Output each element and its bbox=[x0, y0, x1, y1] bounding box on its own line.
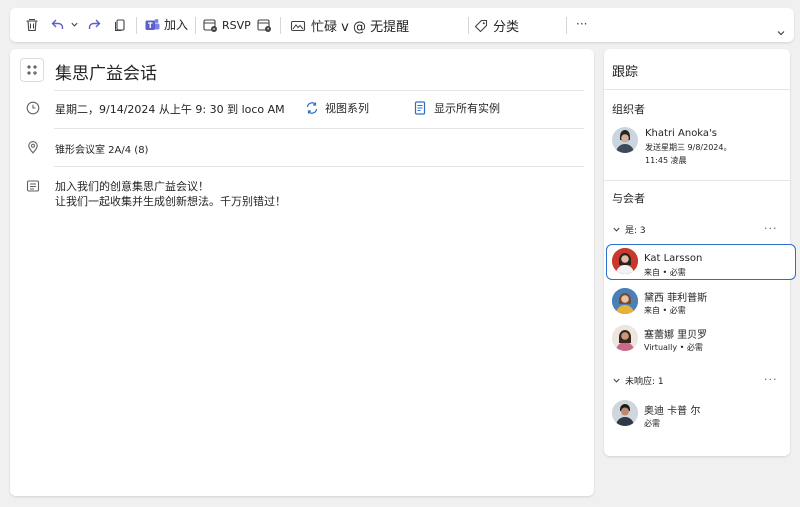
view-series-link[interactable]: 视图系列 bbox=[305, 100, 369, 116]
avatar bbox=[612, 248, 638, 274]
calendar-clock-icon bbox=[257, 19, 271, 32]
location-pin-icon bbox=[25, 139, 41, 155]
chevron-down-icon bbox=[613, 378, 620, 383]
attendee-name: 奥迪 卡普 尔 bbox=[644, 406, 701, 417]
delete-button[interactable] bbox=[24, 17, 40, 33]
attendee-detail: 来自 • 必需 bbox=[644, 306, 686, 315]
document-icon bbox=[414, 101, 426, 115]
organizer-name: Khatri Anoka's bbox=[645, 128, 718, 139]
busy-status-icon bbox=[290, 20, 306, 31]
avatar bbox=[612, 127, 638, 153]
tracking-heading: 跟踪 bbox=[612, 65, 639, 80]
toolbar-divider bbox=[566, 17, 567, 34]
event-datetime: 星期二，9/14/2024 从上午 9: 30 到 loco AM bbox=[55, 103, 285, 116]
avatar bbox=[612, 400, 638, 426]
group-noresp-more-button[interactable]: ··· bbox=[764, 373, 778, 386]
organizer-time: 11:45 凌晨 bbox=[645, 156, 687, 165]
tracking-panel: 跟踪 组织者 Khatri Anoka's 发送星期三 9/8/2024。 11… bbox=[604, 49, 796, 456]
event-detail-panel: 集思广益会话 星期二，9/14/2024 从上午 9: 30 到 loco AM… bbox=[10, 49, 594, 496]
attendee-detail: 必需 bbox=[644, 419, 660, 428]
show-all-label: 显示所有实例 bbox=[434, 102, 500, 115]
reply-arrow-icon bbox=[51, 19, 64, 29]
attendee-detail: Virtually • 必需 bbox=[644, 343, 703, 352]
event-body-line2: 让我们一起收集并生成创新想法。千万别错过！ bbox=[55, 195, 286, 208]
event-title: 集思广益会话 bbox=[55, 64, 157, 84]
group-icon bbox=[27, 65, 37, 75]
rsvp-button[interactable]: RSVP bbox=[202, 17, 251, 33]
divider bbox=[54, 166, 584, 167]
calendar-reply-icon bbox=[203, 19, 217, 32]
chevron-down-icon bbox=[71, 22, 78, 27]
event-location: 锥形会议室 2A/4 (8) bbox=[55, 145, 149, 156]
reply-button[interactable] bbox=[50, 17, 66, 33]
divider bbox=[604, 89, 790, 90]
teams-icon bbox=[145, 19, 160, 30]
divider bbox=[54, 90, 584, 91]
group-yes-toggle[interactable]: 是: 3 bbox=[612, 223, 646, 236]
expand-ribbon-button[interactable] bbox=[776, 28, 786, 38]
tag-icon bbox=[474, 19, 488, 32]
categorize-button[interactable]: 分类 bbox=[473, 16, 519, 35]
forward-arrow-icon bbox=[88, 19, 101, 29]
toolbar-divider bbox=[280, 17, 281, 34]
calendar-options-button[interactable] bbox=[256, 17, 272, 33]
group-noresp-label: 未响应: 1 bbox=[625, 377, 664, 387]
group-yes-label: 是: 3 bbox=[625, 226, 646, 236]
rsvp-label: RSVP bbox=[222, 18, 251, 32]
chevron-down-icon bbox=[777, 31, 785, 36]
organizer-label: 组织者 bbox=[612, 103, 645, 116]
forward-button[interactable] bbox=[86, 17, 102, 33]
trash-icon bbox=[26, 18, 38, 32]
toolbar-divider bbox=[136, 17, 137, 34]
attendee-name: 黛西 菲利普斯 bbox=[644, 293, 708, 304]
join-label: 加入 bbox=[164, 18, 189, 32]
more-label: ··· bbox=[576, 17, 588, 31]
group-yes-more-button[interactable]: ··· bbox=[764, 222, 778, 235]
event-body-line1: 加入我们的创意集思广益会议！ bbox=[55, 180, 209, 193]
more-options-button[interactable]: ··· bbox=[576, 17, 587, 31]
chevron-down-icon bbox=[613, 227, 620, 232]
show-all-instances-link[interactable]: 显示所有实例 bbox=[414, 100, 500, 116]
divider bbox=[604, 180, 790, 181]
divider bbox=[54, 128, 584, 129]
attendees-label: 与会者 bbox=[612, 192, 645, 205]
organizer-sent: 发送星期三 9/8/2024。 bbox=[645, 143, 732, 152]
category-label: 分类 bbox=[493, 20, 520, 35]
event-type-button[interactable] bbox=[20, 58, 44, 82]
recurrence-icon bbox=[306, 102, 318, 114]
group-noresp-toggle[interactable]: 未响应: 1 bbox=[612, 374, 664, 387]
notes-icon bbox=[25, 178, 41, 194]
join-teams-button[interactable]: 加入 bbox=[144, 16, 188, 33]
attendee-detail: 来自 • 必需 bbox=[644, 268, 686, 277]
toolbar-divider bbox=[195, 17, 196, 34]
view-series-label: 视图系列 bbox=[325, 102, 369, 115]
clock-icon bbox=[25, 100, 41, 116]
avatar bbox=[612, 325, 638, 351]
command-toolbar: 加入 RSVP 忙碌 v @ 无提醒 分类 ··· bbox=[10, 8, 794, 42]
status-label: 忙碌 v @ 无提醒 bbox=[311, 20, 410, 35]
reply-dropdown[interactable] bbox=[70, 20, 79, 29]
toolbar-divider bbox=[468, 17, 469, 34]
avatar bbox=[612, 288, 638, 314]
attendee-name: 塞蕾娜 里贝罗 bbox=[644, 330, 708, 341]
copy-button[interactable] bbox=[112, 17, 128, 33]
attendee-name: Kat Larsson bbox=[644, 253, 703, 264]
show-as-dropdown[interactable]: 忙碌 v @ 无提醒 bbox=[290, 16, 409, 35]
copy-icon bbox=[115, 19, 125, 31]
